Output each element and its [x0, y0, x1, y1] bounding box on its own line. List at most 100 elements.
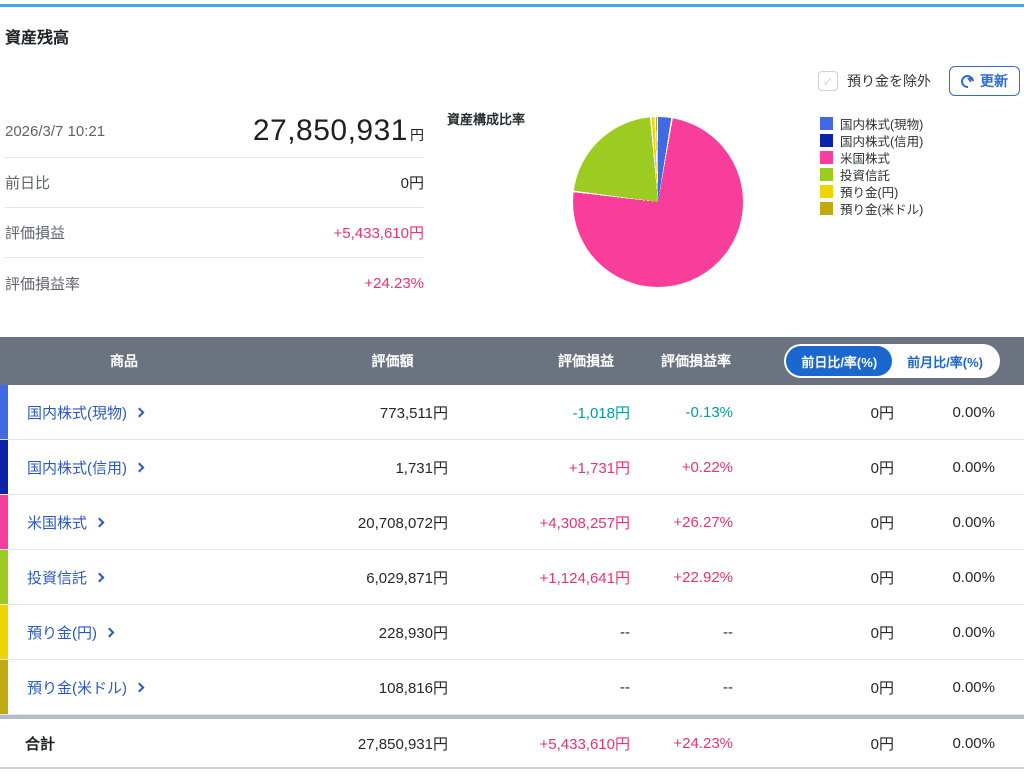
product-cell: 国内株式(信用): [0, 440, 335, 494]
pl-rate-cell: +22.92%: [673, 568, 733, 586]
legend-label: 預り金(米ドル): [840, 203, 924, 217]
product-cell: 預り金(米ドル): [0, 660, 335, 714]
top-accent-bar: [0, 4, 1024, 7]
pl-rate-cell: -0.13%: [685, 403, 733, 421]
legend-item: 国内株式(信用): [820, 132, 923, 149]
table-header-row: 商品 評価額 評価損益 評価損益率 前日比/率(%) 前月比/率(%): [0, 337, 1024, 385]
day-rate-cell: 0.00%: [952, 513, 995, 531]
total-day-change: 0円: [870, 735, 894, 753]
day-change-cell: 0円: [870, 404, 894, 422]
category-color-stripe: [0, 495, 8, 549]
day-rate-cell: 0.00%: [952, 458, 995, 476]
pl-cell: --: [620, 678, 630, 696]
valuation-cell: 108,816円: [378, 679, 448, 697]
chevron-right-icon: [134, 407, 145, 417]
toggle-month-change-button[interactable]: 前月比/率(%): [892, 346, 998, 376]
table-row: 国内株式(現物) 773,511円 -1,018円 -0.13% 0円 0.00%: [0, 385, 1024, 440]
refresh-icon: [961, 75, 974, 88]
valuation-cell: 20,708,072円: [357, 514, 448, 532]
col-header-pl-rate: 評価損益率: [661, 353, 731, 369]
day-change-cell: 0円: [870, 569, 894, 587]
period-toggle: 前日比/率(%) 前月比/率(%): [735, 344, 1024, 378]
pl-rate-cell: --: [723, 623, 733, 641]
refresh-label: 更新: [980, 73, 1008, 89]
legend-item: 預り金(円): [820, 183, 923, 200]
table-row: 投資信託 6,029,871円 +1,124,641円 +22.92% 0円 0.00%: [0, 550, 1024, 605]
summary-row-day-change: 前日比 0円: [5, 158, 424, 208]
col-header-pl: 評価損益: [558, 353, 614, 369]
day-rate-cell: 0.00%: [952, 623, 995, 641]
legend-swatch: [820, 185, 833, 198]
category-color-stripe: [0, 605, 8, 659]
day-rate-cell: 0.00%: [952, 568, 995, 586]
total-pl: +5,433,610円: [539, 735, 631, 753]
pl-cell: --: [620, 623, 630, 641]
refresh-button[interactable]: 更新: [949, 66, 1020, 96]
product-link[interactable]: 国内株式(信用): [27, 457, 145, 478]
valuation-cell: 6,029,871円: [366, 569, 448, 587]
product-link[interactable]: 投資信託: [27, 567, 105, 588]
checkbox-box[interactable]: ✓: [818, 71, 838, 91]
day-change-cell: 0円: [870, 624, 894, 642]
chevron-right-icon: [94, 572, 105, 582]
category-color-stripe: [0, 385, 8, 439]
valuation-cell: 773,511円: [379, 404, 448, 422]
category-color-stripe: [0, 550, 8, 604]
table-row: 預り金(米ドル) 108,816円 -- -- 0円 0.00%: [0, 660, 1024, 715]
holdings-table: 商品 評価額 評価損益 評価損益率 前日比/率(%) 前月比/率(%) 国内株式…: [0, 337, 1024, 769]
pl-cell: +4,308,257円: [539, 514, 631, 532]
summary-row-pl: 評価損益 +5,433,610円: [5, 208, 424, 258]
day-rate-cell: 0.00%: [952, 403, 995, 421]
product-link[interactable]: 米国株式: [27, 512, 105, 533]
col-header-valuation: 評価額: [371, 353, 414, 369]
total-valuation: 27,850,931円: [357, 735, 448, 753]
table-body: 国内株式(現物) 773,511円 -1,018円 -0.13% 0円 0.00% 国内株式…: [0, 385, 1024, 715]
asset-balance-page: 資産残高 ✓ 預り金を除外 更新 2026/3/7 10:21 27,850,9…: [0, 0, 1024, 777]
product-cell: 投資信託: [0, 550, 335, 604]
category-color-stripe: [0, 660, 8, 714]
legend-swatch: [820, 151, 833, 164]
pl-cell: +1,731円: [568, 459, 630, 477]
table-row: 預り金(円) 228,930円 -- -- 0円 0.00%: [0, 605, 1024, 660]
timestamp: 2026/3/7 10:21: [5, 122, 106, 140]
valuation-cell: 1,731円: [395, 459, 448, 477]
exclude-deposit-checkbox[interactable]: ✓ 預り金を除外: [818, 71, 931, 91]
total-row: 合計 27,850,931円 +5,433,610円 +24.23% 0円 0.…: [0, 719, 1024, 769]
pie-chart-legend: 国内株式(現物) 国内株式(信用) 米国株式 投資信託 預り金(円) 預り金(米ドル): [820, 115, 923, 217]
day-change-cell: 0円: [870, 459, 894, 477]
product-link[interactable]: 国内株式(現物): [27, 402, 145, 423]
pl-value: +5,433,610円: [333, 225, 425, 242]
period-toggle-group: 前日比/率(%) 前月比/率(%): [784, 344, 1000, 378]
checkbox-label: 預り金を除外: [847, 73, 931, 89]
summary-row-pl-rate: 評価損益率 +24.23%: [5, 274, 424, 293]
total-pl-rate: +24.23%: [673, 734, 733, 752]
legend-item: 投資信託: [820, 166, 923, 183]
legend-swatch: [820, 202, 833, 215]
summary-total-row: 2026/3/7 10:21 27,850,931 円: [5, 105, 424, 158]
category-color-stripe: [0, 440, 8, 494]
page-title: 資産残高: [5, 30, 70, 47]
pl-rate-cell: +0.22%: [681, 458, 733, 476]
pl-cell: -1,018円: [572, 404, 630, 422]
product-link[interactable]: 預り金(米ドル): [27, 677, 145, 698]
legend-item: 米国株式: [820, 149, 923, 166]
product-cell: 預り金(円): [0, 605, 335, 659]
col-header-product: 商品: [110, 353, 138, 369]
pl-rate-value: +24.23%: [364, 274, 424, 292]
valuation-cell: 228,930円: [378, 624, 448, 642]
product-cell: 国内株式(現物): [0, 385, 335, 439]
product-link[interactable]: 預り金(円): [27, 622, 115, 643]
legend-swatch: [820, 134, 833, 147]
chevron-right-icon: [104, 627, 115, 637]
product-cell: 米国株式: [0, 495, 335, 549]
day-change-cell: 0円: [870, 679, 894, 697]
day-rate-cell: 0.00%: [952, 678, 995, 696]
table-row: 米国株式 20,708,072円 +4,308,257円 +26.27% 0円 0.00%: [0, 495, 1024, 550]
legend-item: 預り金(米ドル): [820, 200, 923, 217]
toggle-day-change-button[interactable]: 前日比/率(%): [786, 346, 893, 376]
chevron-right-icon: [94, 517, 105, 527]
legend-swatch: [820, 117, 833, 130]
day-change-cell: 0円: [870, 514, 894, 532]
table-row: 国内株式(信用) 1,731円 +1,731円 +0.22% 0円 0.00%: [0, 440, 1024, 495]
total-day-rate: 0.00%: [952, 734, 995, 752]
